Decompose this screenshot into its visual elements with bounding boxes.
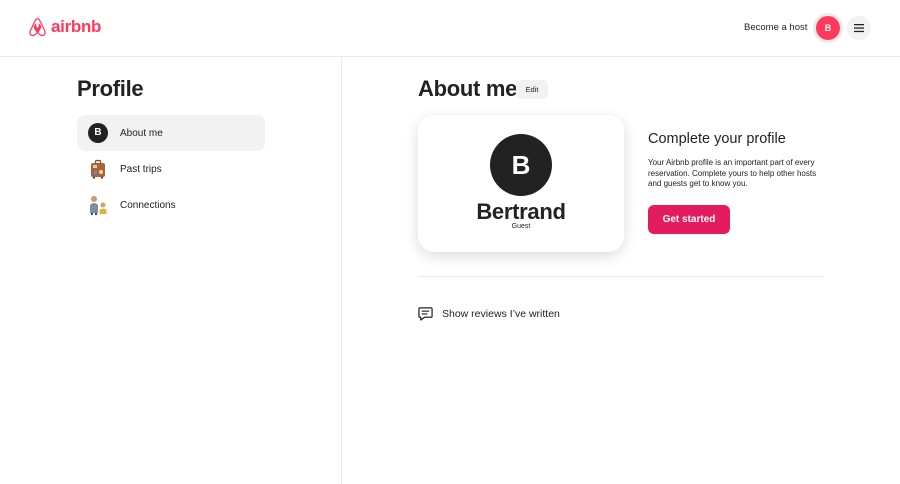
people-icon: [87, 194, 109, 216]
sidebar-item-label: Connections: [120, 199, 176, 211]
page-title: Profile: [77, 76, 144, 101]
show-reviews-link[interactable]: Show reviews I’ve written: [418, 306, 560, 321]
edit-button[interactable]: Edit: [516, 80, 548, 99]
chat-bubble-icon: [418, 306, 433, 321]
sidebar-item-label: Past trips: [120, 163, 162, 175]
become-host-link[interactable]: Become a host: [734, 16, 817, 40]
suitcase-icon: [87, 158, 109, 180]
mini-avatar: B: [88, 123, 108, 143]
show-reviews-label: Show reviews I’ve written: [442, 307, 560, 320]
airbnb-logo[interactable]: airbnb: [28, 17, 101, 37]
sidebar-item-label: About me: [120, 127, 163, 139]
sidebar-nav: B About me Past trips Connections: [77, 115, 265, 223]
sidebar-item-connections[interactable]: Connections: [77, 187, 265, 223]
user-avatar-button[interactable]: B: [816, 16, 840, 40]
menu-button[interactable]: [847, 16, 871, 40]
get-started-button[interactable]: Get started: [648, 205, 730, 234]
vertical-divider: [341, 57, 342, 484]
complete-profile-title: Complete your profile: [648, 131, 786, 147]
about-me-title: About me: [418, 76, 518, 101]
airbnb-logo-icon: [29, 18, 46, 37]
sidebar-item-about-me[interactable]: B About me: [77, 115, 265, 151]
avatar-b-icon: B: [87, 122, 109, 144]
sidebar-item-past-trips[interactable]: Past trips: [77, 151, 265, 187]
profile-avatar: B: [490, 134, 552, 196]
hamburger-menu-icon: [854, 24, 864, 33]
horizontal-divider: [418, 276, 824, 277]
profile-role: Guest: [511, 223, 531, 230]
logo-text: airbnb: [51, 17, 102, 36]
profile-name: Bertrand: [476, 199, 566, 224]
complete-profile-text: Your Airbnb profile is an important part…: [648, 158, 817, 188]
profile-card: B Bertrand Guest: [418, 115, 624, 252]
top-header: airbnb Become a host B: [0, 0, 900, 57]
